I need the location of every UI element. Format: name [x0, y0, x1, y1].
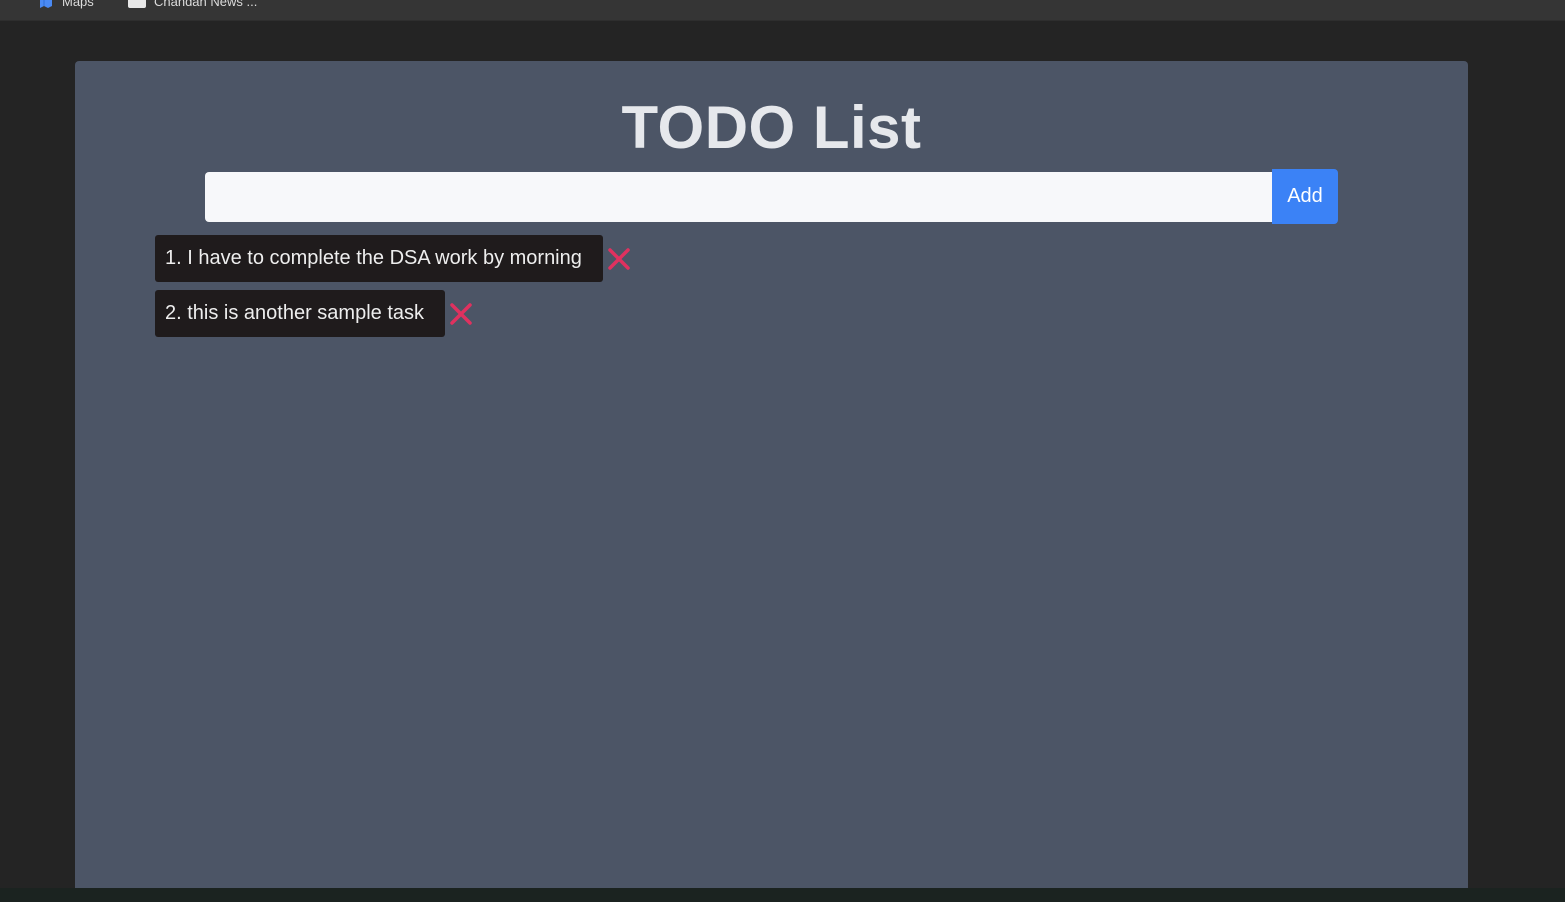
todo-app-panel: TODO List Add 1. I have to complete the …: [75, 61, 1468, 902]
delete-icon[interactable]: [448, 301, 474, 327]
bookmark-maps[interactable]: Maps: [38, 0, 94, 11]
add-button[interactable]: Add: [1272, 169, 1338, 224]
todo-text: 1. I have to complete the DSA work by mo…: [155, 235, 603, 282]
bookmark-label: Maps: [62, 0, 94, 9]
todo-list: 1. I have to complete the DSA work by mo…: [155, 235, 632, 345]
todo-input[interactable]: [205, 171, 1272, 222]
bookmark-label: Chandan News ...: [154, 0, 258, 9]
todo-item: 1. I have to complete the DSA work by mo…: [155, 235, 632, 282]
todo-text: 2. this is another sample task: [155, 290, 446, 337]
taskbar-strip: [0, 888, 1565, 902]
todo-item: 2. this is another sample task: [155, 290, 632, 337]
delete-icon[interactable]: [606, 246, 632, 272]
add-todo-form: Add: [205, 169, 1338, 224]
news-icon: [128, 0, 146, 8]
bookmarks-bar: Maps Chandan News ...: [0, 0, 1565, 21]
bookmark-news[interactable]: Chandan News ...: [128, 0, 257, 11]
maps-icon: [38, 0, 54, 9]
page-title: TODO List: [621, 94, 922, 161]
